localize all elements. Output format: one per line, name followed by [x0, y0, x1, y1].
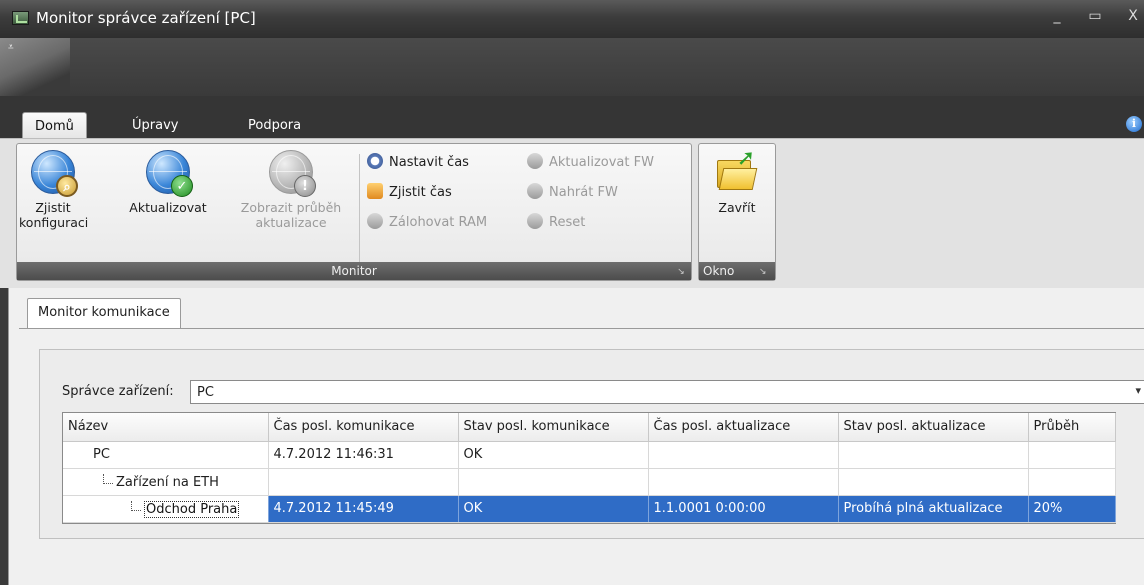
device-manager-select[interactable]: PC ▾ [190, 380, 1144, 404]
column-header-cas-aktualizace[interactable]: Čas posl. aktualizace [648, 413, 839, 442]
cell-stav-komunikace: OK [458, 441, 649, 469]
nahrat-fw-label: Nahrát FW [549, 185, 618, 200]
cell-cas-aktualizace: 1.1.0001 0:00:00 [648, 495, 839, 523]
zalohovat-ram-label: Zálohovat RAM [389, 215, 488, 230]
cell-cas-komunikace: 4.7.2012 11:45:49 [268, 495, 459, 523]
title-bar: Monitor správce zařízení [PC] _ ▭ X [0, 0, 1144, 38]
table-row[interactable]: PC 4.7.2012 11:46:31 OK [63, 441, 1116, 469]
zjistit-cas-label: Zjistit čas [389, 185, 452, 200]
cell-cas-aktualizace [648, 441, 839, 469]
cell-name: Zařízení na ETH [63, 468, 269, 496]
globe-search-icon: ⌕ [31, 150, 78, 197]
zjistit-cas-button[interactable]: Zjistit čas [367, 182, 452, 204]
main-content: Monitor komunikace Správce zařízení: PC … [8, 288, 1144, 585]
column-header-stav-komunikace[interactable]: Stav posl. komunikace [458, 413, 649, 442]
ram-backup-icon [367, 213, 383, 229]
monitor-panel: Správce zařízení: PC ▾ Název Čas posl. k… [39, 349, 1144, 539]
quick-access-toolbar: ⩡ [0, 38, 1144, 96]
ribbon: ⌕ Zjistit konfiguraci ✓ Aktualizovat ! Z… [0, 138, 1144, 288]
cell-stav-aktualizace [838, 468, 1029, 496]
table-row-selected[interactable]: Odchod Praha 4.7.2012 11:45:49 OK 1.1.00… [63, 495, 1116, 523]
cell-stav-komunikace: OK [458, 495, 649, 523]
zavrit-label: Zavřít [718, 200, 756, 215]
reset-label: Reset [549, 215, 586, 230]
device-manager-value: PC [197, 385, 214, 400]
column-header-cas-komunikace[interactable]: Čas posl. komunikace [268, 413, 459, 442]
zobrazit-prubeh-button[interactable]: ! Zobrazit průběh aktualizace [223, 150, 359, 230]
aktualizovat-button[interactable]: ✓ Aktualizovat [113, 150, 223, 215]
column-header-stav-aktualizace[interactable]: Stav posl. aktualizace [838, 413, 1029, 442]
group-okno-footer: Okno ↘ [699, 262, 775, 280]
cell-name: Odchod Praha [63, 495, 269, 523]
cell-stav-aktualizace [838, 441, 1029, 469]
dialog-launcher-icon[interactable]: ↘ [759, 266, 771, 278]
grid-header-row: Název Čas posl. komunikace Stav posl. ko… [63, 413, 1116, 442]
clock-set-icon [367, 153, 383, 169]
group-separator [359, 154, 360, 262]
cell-prubeh [1028, 468, 1116, 496]
tab-podpora[interactable]: Podpora [236, 112, 313, 138]
nastavit-cas-button[interactable]: Nastavit čas [367, 152, 469, 174]
cell-stav-aktualizace: Probíhá plná aktualizace [838, 495, 1029, 523]
firmware-update-icon [527, 153, 543, 169]
reset-button[interactable]: Reset [527, 212, 585, 234]
clock-question-icon [367, 183, 383, 199]
group-okno-label: Okno [703, 264, 735, 278]
aktualizovat-fw-label: Aktualizovat FW [549, 155, 654, 170]
nahrat-fw-button[interactable]: Nahrát FW [527, 182, 618, 204]
zobrazit-prubeh-label: Zobrazit průběh aktualizace [240, 200, 342, 230]
cell-stav-komunikace [458, 468, 649, 496]
tree-connector-icon [131, 500, 141, 511]
cell-cas-aktualizace [648, 468, 839, 496]
communication-grid[interactable]: Název Čas posl. komunikace Stav posl. ko… [62, 412, 1116, 524]
aktualizovat-label: Aktualizovat [129, 200, 207, 215]
group-monitor-footer: Monitor ↘ [17, 262, 691, 280]
cell-prubeh: 20% [1028, 495, 1116, 523]
dialog-launcher-icon[interactable]: ↘ [675, 266, 687, 278]
tab-domu[interactable]: Domů [22, 112, 87, 138]
zalohovat-ram-button[interactable]: Zálohovat RAM [367, 212, 487, 234]
globe-warning-icon: ! [269, 150, 316, 197]
tab-monitor-komunikace[interactable]: Monitor komunikace [27, 298, 181, 328]
reset-icon [527, 213, 543, 229]
globe-check-icon: ✓ [146, 150, 193, 197]
cell-name-text: Zařízení na ETH [116, 474, 219, 490]
app-monitor-icon [12, 11, 29, 25]
column-header-nazev[interactable]: Název [63, 413, 269, 442]
info-icon[interactable]: i [1126, 116, 1142, 132]
tree-connector-icon [103, 473, 113, 484]
document-body: Správce zařízení: PC ▾ Název Čas posl. k… [19, 328, 1144, 585]
zjistit-konfiguraci-button[interactable]: ⌕ Zjistit konfiguraci [19, 150, 89, 230]
cell-cas-komunikace [268, 468, 459, 496]
aktualizovat-fw-button[interactable]: Aktualizovat FW [527, 152, 654, 174]
cell-name-text: Odchod Praha [144, 500, 240, 518]
column-header-prubeh[interactable]: Průběh [1028, 413, 1116, 442]
table-row[interactable]: Zařízení na ETH [63, 468, 1116, 496]
cell-prubeh [1028, 441, 1116, 469]
window-title: Monitor správce zařízení [PC] [36, 9, 256, 27]
nastavit-cas-label: Nastavit čas [389, 155, 469, 170]
group-monitor: ⌕ Zjistit konfiguraci ✓ Aktualizovat ! Z… [16, 143, 692, 281]
chevron-down-icon[interactable]: ▾ [1135, 384, 1141, 397]
zavrit-button[interactable]: ➚ Zavřít [703, 148, 771, 215]
group-monitor-label: Monitor [331, 264, 377, 278]
ribbon-tabs: Domů Úpravy Podpora i [0, 96, 1144, 138]
group-okno: ➚ Zavřít Okno ↘ [698, 143, 776, 281]
maximize-button[interactable]: ▭ [1084, 8, 1106, 28]
tab-upravy[interactable]: Úpravy [120, 112, 190, 138]
folder-open-icon: ➚ [717, 148, 758, 190]
cell-name: PC [63, 441, 269, 469]
customize-qat-icon[interactable]: ⩡ [8, 42, 14, 53]
zjistit-konfiguraci-label: Zjistit konfiguraci [19, 200, 89, 230]
firmware-upload-icon [527, 183, 543, 199]
close-window-button[interactable]: X [1122, 8, 1144, 28]
cell-cas-komunikace: 4.7.2012 11:46:31 [268, 441, 459, 469]
application-button[interactable]: ⩡ [0, 38, 70, 96]
device-manager-label: Správce zařízení: [62, 384, 174, 399]
minimize-button[interactable]: _ [1046, 8, 1068, 28]
